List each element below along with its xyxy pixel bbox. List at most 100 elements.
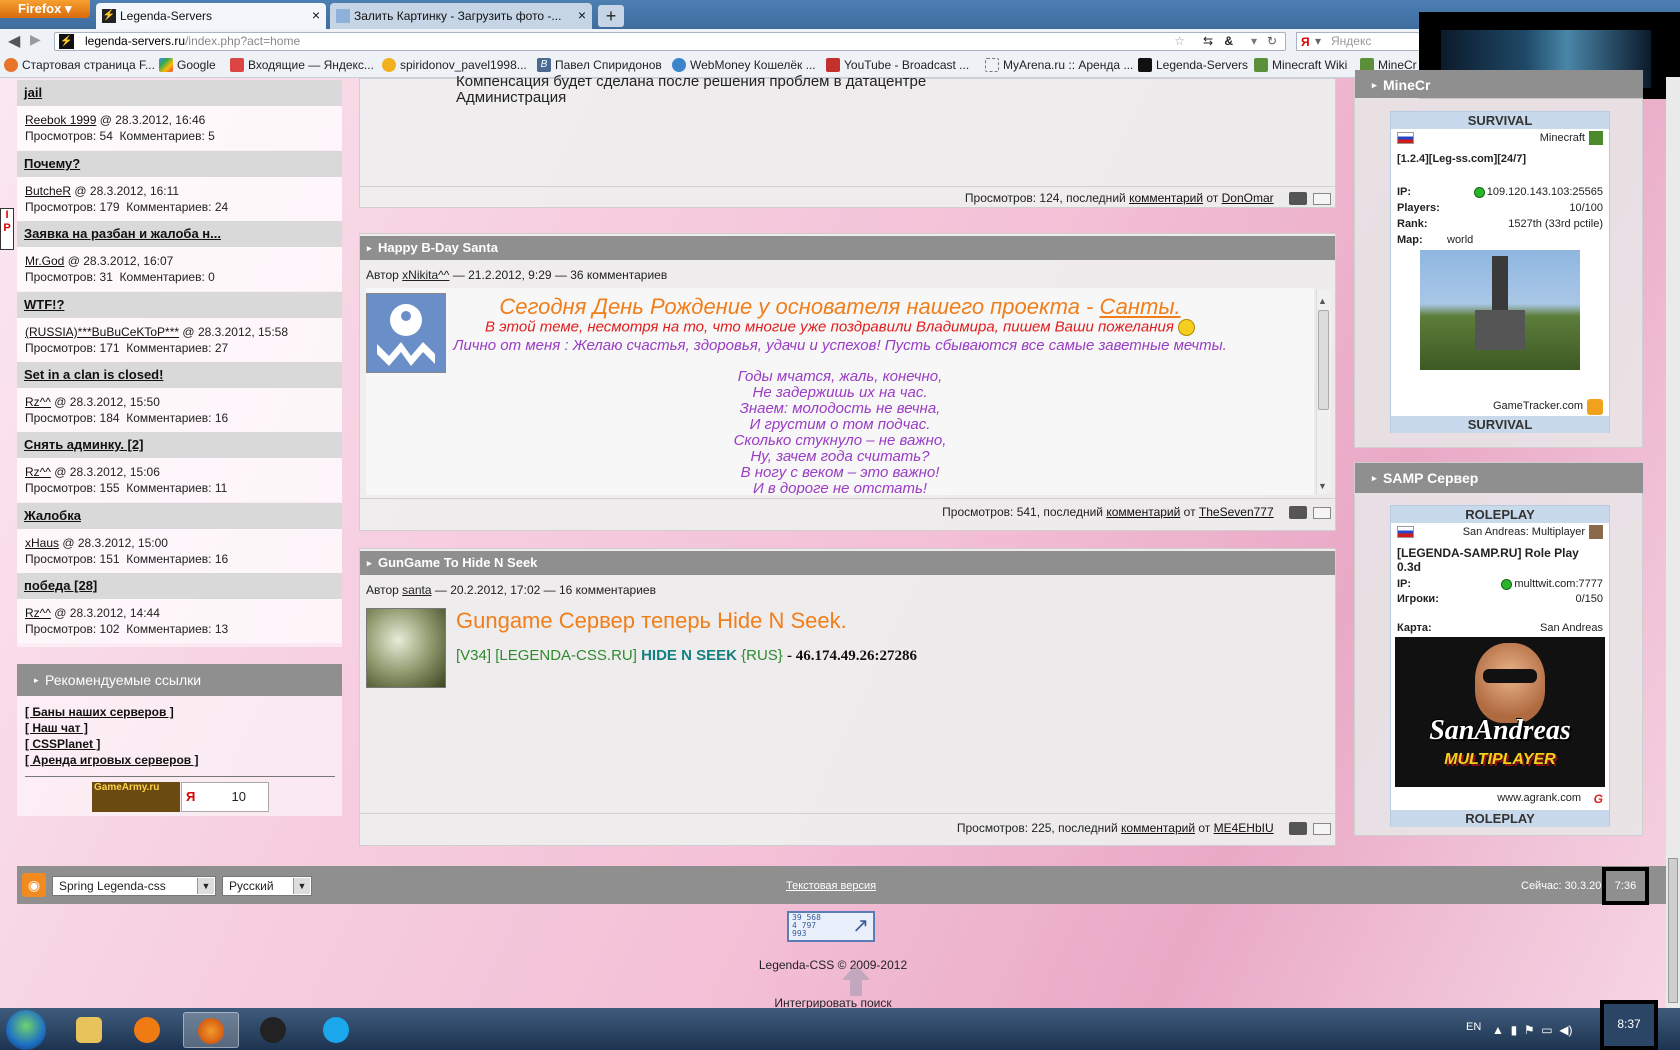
- flag-icon[interactable]: ⚑: [1524, 1023, 1535, 1037]
- counter-badges[interactable]: GameArmy.ru Я 10: [92, 782, 269, 812]
- last-user-link[interactable]: DonOmar: [1222, 191, 1274, 205]
- dropdown-history-icon[interactable]: ▾: [1251, 33, 1257, 50]
- url-bar[interactable]: ⚡ legenda-servers.ru/index.php?act=home …: [54, 32, 1286, 51]
- network-icon[interactable]: ▮: [1511, 1023, 1518, 1037]
- scroll-down-icon[interactable]: ▼: [1318, 481, 1327, 491]
- tab-legenda-servers[interactable]: ⚡ Legenda-Servers ×: [96, 3, 326, 29]
- yandex-icon: Я: [186, 789, 196, 804]
- volume-icon[interactable]: ◀): [1559, 1023, 1572, 1037]
- media-player-taskbar-button[interactable]: [120, 1012, 176, 1048]
- post-header[interactable]: ▸ Happy B-Day Santa: [360, 236, 1335, 260]
- post-scroll-thumb[interactable]: [1318, 310, 1329, 410]
- language-select[interactable]: Русский ▼: [222, 876, 312, 896]
- scroll-to-top-icon[interactable]: [836, 960, 876, 1000]
- bookmark-myarena[interactable]: MyArena.ru :: Аренда ...: [985, 57, 1133, 74]
- visit-counter[interactable]: 39 568 4 797 993 ↗: [787, 911, 875, 942]
- firefox-taskbar-button[interactable]: [183, 1012, 239, 1048]
- youtube-icon: [826, 58, 840, 72]
- topic-author-link[interactable]: Reebok 1999: [25, 113, 96, 127]
- reload-icon[interactable]: ↻: [1267, 33, 1277, 50]
- mail-ru-icon: [382, 58, 396, 72]
- samp-server-widget[interactable]: ROLEPLAY San Andreas: Multiplayer [LEGEN…: [1390, 505, 1610, 827]
- link-server-bans[interactable]: [ Баны наших серверов ]: [25, 704, 334, 720]
- translate-icon[interactable]: ⇆: [1203, 33, 1213, 50]
- chevron-right-icon: ▸: [367, 558, 372, 568]
- topic-author-link[interactable]: Mr.God: [25, 254, 64, 268]
- print-icon[interactable]: [1289, 506, 1307, 520]
- comment-link[interactable]: комментарий: [1106, 505, 1180, 519]
- bookmark-yandex-mail[interactable]: Входящие — Яндекс...: [230, 57, 374, 74]
- forward-icon[interactable]: ▶: [30, 31, 41, 48]
- topic-title[interactable]: WTF!?: [17, 292, 342, 318]
- close-tab-icon[interactable]: ×: [312, 7, 320, 23]
- bookmark-vk[interactable]: В Павел Спиридонов: [537, 57, 662, 74]
- bookmark-google[interactable]: Google: [159, 57, 216, 74]
- yandex-cy-badge[interactable]: Я 10: [181, 782, 269, 812]
- firefox-menu-button[interactable]: Firefox ▾: [0, 0, 90, 18]
- theme-select[interactable]: Spring Legenda-css ▼: [52, 876, 216, 896]
- topic-title[interactable]: Set in a clan is closed!: [17, 362, 342, 388]
- link-cssplanet[interactable]: [ CSSPlanet ]: [25, 736, 334, 752]
- topic-meta: Reebok 1999 @ 28.3.2012, 16:46 Просмотров…: [17, 106, 342, 150]
- bookmark-star-icon[interactable]: ☆: [1174, 33, 1185, 50]
- post-header[interactable]: ▸ GunGame To Hide N Seek: [360, 551, 1335, 575]
- topic-title[interactable]: Заявка на разбан и жалоба н...: [17, 221, 342, 247]
- bookmark-webmoney[interactable]: WebMoney Кошелёк ...: [672, 57, 816, 74]
- comment-link[interactable]: комментарий: [1121, 821, 1195, 835]
- topic-author-link[interactable]: (RUSSIA)***BuBuCeKToP***: [25, 325, 179, 339]
- close-tab-icon[interactable]: ×: [578, 7, 586, 23]
- system-tray[interactable]: ▲ ▮ ⚑ ▭ ◀): [1492, 1023, 1573, 1037]
- gametracker-link[interactable]: GameTracker.com: [1397, 399, 1603, 415]
- topic-author-link[interactable]: Rz^^: [25, 606, 51, 620]
- topic-title[interactable]: Почему?: [17, 151, 342, 177]
- minecraft-server-widget[interactable]: SURVIVAL Minecraft [1.2.4][Leg-ss.com][2…: [1390, 111, 1610, 433]
- topic-title[interactable]: победа [28]: [17, 573, 342, 599]
- topic-title[interactable]: Жалобка: [17, 503, 342, 529]
- new-tab-button[interactable]: +: [598, 5, 624, 27]
- steam-taskbar-button[interactable]: [246, 1012, 302, 1048]
- print-icon[interactable]: [1289, 822, 1307, 836]
- author-link[interactable]: santa: [402, 583, 431, 597]
- chevron-down-icon[interactable]: ▾: [1315, 33, 1321, 50]
- email-icon[interactable]: [1313, 506, 1331, 519]
- ampersand-icon[interactable]: &: [1224, 33, 1233, 50]
- explorer-taskbar-button[interactable]: [62, 1012, 118, 1048]
- scroll-up-icon[interactable]: ▲: [1318, 296, 1327, 306]
- monitor-icon[interactable]: ▭: [1541, 1023, 1552, 1037]
- search-input[interactable]: Я ▾ Яндекс: [1296, 32, 1426, 51]
- topic-author-link[interactable]: Rz^^: [25, 465, 51, 479]
- bookmark-youtube[interactable]: YouTube - Broadcast ...: [826, 57, 969, 74]
- bookmark-minecraft-wiki[interactable]: Minecraft Wiki: [1254, 57, 1347, 74]
- bookmark-legenda[interactable]: Legenda-Servers: [1138, 57, 1248, 74]
- agrank-link[interactable]: www.agrank.com G: [1397, 791, 1603, 807]
- bookmark-spiridonov[interactable]: spiridonov_pavel1998...: [382, 57, 527, 74]
- author-link[interactable]: xNikita^^: [402, 268, 449, 282]
- topic-title[interactable]: Снять админку. [2]: [17, 432, 342, 458]
- link-server-rental[interactable]: [ Аренда игровых серверов ]: [25, 752, 334, 768]
- email-icon[interactable]: [1313, 822, 1331, 835]
- link-chat[interactable]: [ Наш чат ]: [25, 720, 334, 736]
- gamearmy-badge[interactable]: GameArmy.ru: [92, 782, 180, 812]
- skype-taskbar-button[interactable]: [309, 1012, 365, 1048]
- rss-icon[interactable]: ◉: [22, 873, 46, 897]
- topic-author-link[interactable]: xHaus: [25, 536, 59, 550]
- tab-upload-image[interactable]: Залить Картинку - Загрузить фото -... ×: [330, 3, 592, 29]
- text-version-link[interactable]: Текстовая версия: [786, 880, 876, 892]
- last-user-link[interactable]: TheSeven777: [1199, 505, 1274, 519]
- topic-author-link[interactable]: ButcheR: [25, 184, 71, 198]
- page-scroll-thumb[interactable]: [1668, 858, 1678, 1003]
- email-icon[interactable]: [1313, 192, 1331, 205]
- print-icon[interactable]: [1289, 192, 1307, 206]
- bookmark-start-page[interactable]: Стартовая страница F...: [4, 57, 155, 74]
- last-user-link[interactable]: ME4EHbIU: [1214, 821, 1274, 835]
- start-button[interactable]: [6, 1010, 46, 1050]
- topic-author-link[interactable]: Rz^^: [25, 395, 51, 409]
- comment-link[interactable]: комментарий: [1129, 191, 1203, 205]
- post-headline: Сегодня День Рождение у основателя нашег…: [499, 294, 1181, 319]
- keyboard-language[interactable]: EN: [1466, 1021, 1481, 1033]
- taskbar-clock[interactable]: 8:37: [1600, 1000, 1658, 1050]
- santa-link[interactable]: Санты.: [1100, 294, 1181, 319]
- tray-expand-icon[interactable]: ▲: [1492, 1023, 1504, 1037]
- topic-title[interactable]: jail: [17, 80, 342, 106]
- back-icon[interactable]: ◀: [8, 31, 20, 51]
